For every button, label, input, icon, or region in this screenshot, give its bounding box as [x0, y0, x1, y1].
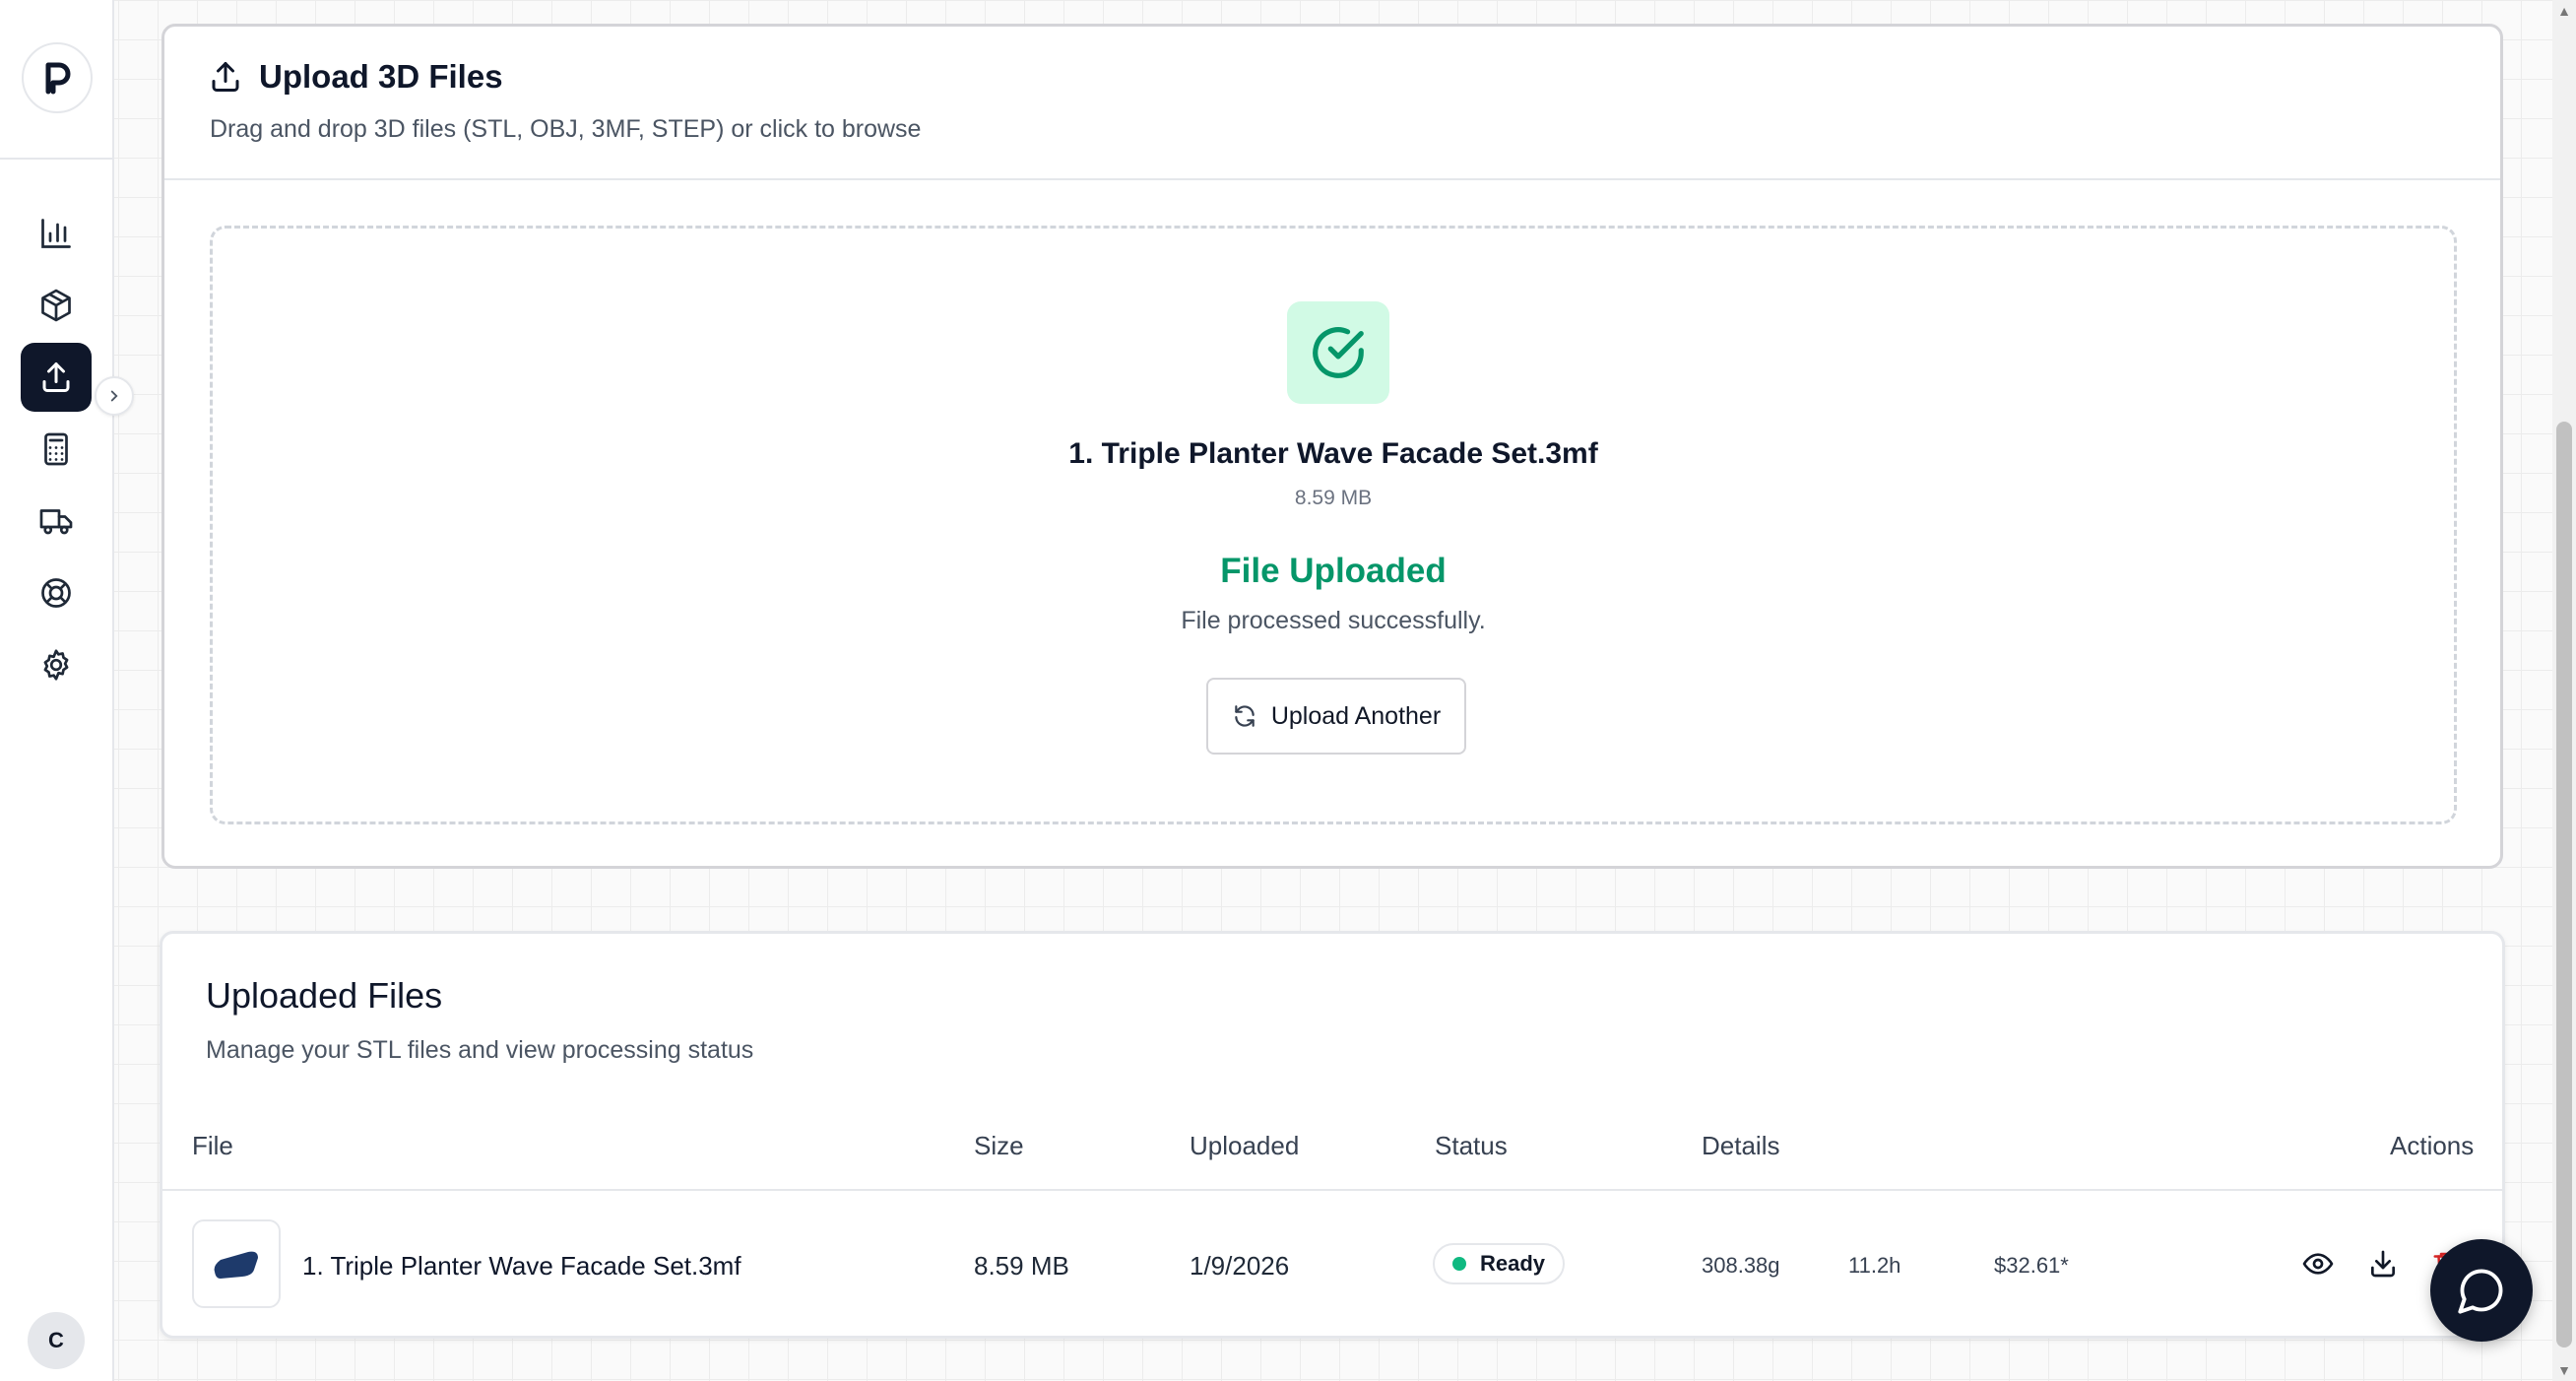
uploaded-files-title: Uploaded Files [206, 975, 443, 1016]
upload-status-title: File Uploaded [1220, 552, 1447, 590]
chat-bubble-icon [2458, 1269, 2503, 1314]
column-header-actions: Actions [2390, 1131, 2475, 1160]
detail-print-time: 11.2h [1848, 1253, 1901, 1278]
scroll-up-arrow-icon[interactable]: ▲ [2555, 2, 2573, 20]
column-header-details: Details [1702, 1131, 1780, 1160]
upload-icon [42, 362, 70, 392]
sidebar-item-shipping[interactable] [21, 487, 92, 556]
table-header-divider [162, 1189, 2502, 1191]
scrollbar-thumb[interactable] [2556, 422, 2572, 1348]
chat-button[interactable] [2430, 1239, 2533, 1342]
avatar[interactable]: C [28, 1312, 85, 1369]
truck-icon [39, 509, 73, 535]
model-preview-icon [214, 1251, 258, 1279]
upload-card-header: Upload 3D Files Drag and drop 3D files (… [164, 27, 2500, 180]
column-header-uploaded: Uploaded [1190, 1131, 1300, 1160]
app-logo[interactable] [22, 42, 93, 113]
app-root: C Upload 3D Files Drag and drop 3D files… [0, 0, 2576, 1381]
sidebar-expand-button[interactable] [95, 376, 134, 416]
calculator-icon [44, 432, 68, 466]
refresh-icon [1235, 705, 1255, 727]
upload-subtitle: Drag and drop 3D files (STL, OBJ, 3MF, S… [210, 115, 922, 143]
eye-icon [2302, 1253, 2334, 1275]
uploaded-file-size: 8.59 MB [1294, 487, 1373, 509]
file-thumbnail[interactable] [192, 1219, 281, 1308]
download-button[interactable] [2362, 1243, 2404, 1284]
uploaded-files-card: Uploaded Files Manage your STL files and… [160, 931, 2505, 1339]
file-name-cell[interactable]: 1. Triple Planter Wave Facade Set.3mf [302, 1251, 741, 1282]
upload-status-message: File processed successfully. [1181, 607, 1486, 634]
detail-price: $32.61* [1994, 1253, 2069, 1278]
chevron-right-icon [110, 390, 118, 402]
sidebar-item-settings[interactable] [21, 630, 92, 699]
column-header-size: Size [974, 1131, 1024, 1160]
bar-chart-icon [41, 219, 71, 248]
sidebar: C [0, 0, 114, 1381]
logo-p-icon [45, 62, 71, 95]
upload-card: Upload 3D Files Drag and drop 3D files (… [161, 24, 2503, 869]
uploaded-file-name: 1. Triple Planter Wave Facade Set.3mf [1068, 437, 1598, 470]
download-icon [2371, 1250, 2395, 1278]
sidebar-divider [0, 158, 112, 160]
package-icon [41, 289, 71, 322]
uploaded-files-subtitle: Manage your STL files and view processin… [206, 1036, 754, 1064]
upload-another-label: Upload Another [1270, 701, 1442, 730]
upload-another-button[interactable]: Upload Another [1206, 678, 1466, 755]
file-uploaded-cell: 1/9/2026 [1190, 1251, 1290, 1281]
gear-icon [43, 649, 69, 681]
sidebar-item-support[interactable] [21, 559, 92, 627]
column-header-status: Status [1435, 1131, 1508, 1160]
sidebar-item-products[interactable] [21, 271, 92, 340]
upload-title: Upload 3D Files [259, 58, 503, 95]
success-icon-box [1287, 301, 1389, 404]
scroll-down-arrow-icon[interactable]: ▼ [2555, 1361, 2573, 1379]
status-badge: Ready [1433, 1243, 1566, 1284]
detail-weight: 308.38g [1702, 1253, 1780, 1278]
status-label: Ready [1480, 1251, 1546, 1276]
view-button[interactable] [2297, 1243, 2339, 1284]
column-header-file: File [192, 1131, 233, 1160]
upload-title-row: Upload 3D Files [208, 58, 503, 96]
check-circle-icon [1313, 327, 1364, 378]
sidebar-item-analytics[interactable] [21, 199, 92, 268]
lifebuoy-icon [41, 578, 71, 608]
sidebar-item-calculator[interactable] [21, 415, 92, 484]
file-size-cell: 8.59 MB [974, 1251, 1069, 1281]
sidebar-item-upload[interactable] [21, 343, 92, 412]
dropzone[interactable]: 1. Triple Planter Wave Facade Set.3mf 8.… [210, 226, 2457, 824]
upload-icon [212, 62, 239, 92]
status-dot [1452, 1257, 1466, 1271]
